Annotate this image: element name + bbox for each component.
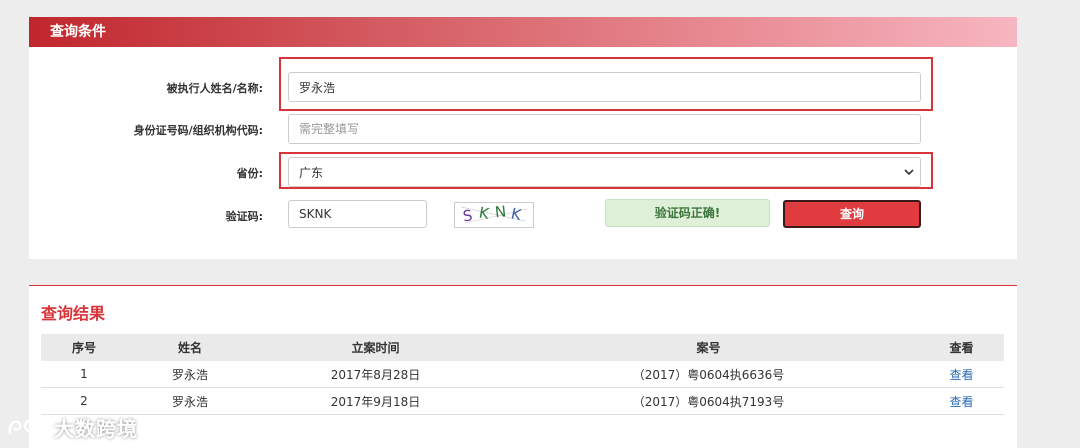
view-link[interactable]: 查看 <box>949 395 973 409</box>
results-table: 序号 姓名 立案时间 案号 查看 1 罗永浩 2017年8月28日 （2017）… <box>41 334 1004 415</box>
table-row: 1 罗永浩 2017年8月28日 （2017）粤0604执6636号 查看 <box>41 361 1004 388</box>
chevron-down-icon <box>904 169 914 176</box>
cell-index: 1 <box>41 361 127 388</box>
name-label: 被执行人姓名/名称: <box>166 82 263 95</box>
watermark-logo-icon <box>8 419 49 435</box>
svg-text:N: N <box>494 203 507 221</box>
cell-date: 2017年9月18日 <box>253 387 498 415</box>
query-conditions-panel: 查询条件 被执行人姓名/名称: 身份证号码/组织机构代码: 省份: 广东 验证码… <box>29 17 1017 259</box>
cell-date: 2017年8月28日 <box>253 361 498 388</box>
conditions-header: 查询条件 <box>29 17 1017 47</box>
table-header-row: 序号 姓名 立案时间 案号 查看 <box>41 334 1004 361</box>
cell-index: 2 <box>41 387 127 415</box>
cell-name: 罗永浩 <box>127 387 253 415</box>
cell-name: 罗永浩 <box>127 361 253 388</box>
svg-text:K: K <box>509 204 524 224</box>
province-label: 省份: <box>236 167 263 180</box>
view-link[interactable]: 查看 <box>949 368 973 382</box>
cell-view: 查看 <box>919 361 1004 388</box>
col-header-view: 查看 <box>919 334 1004 361</box>
query-results-panel: 查询结果 序号 姓名 立案时间 案号 查看 1 罗永浩 2017年8月28日 （… <box>29 285 1017 448</box>
captcha-label: 验证码: <box>225 210 263 223</box>
results-title: 查询结果 <box>41 304 106 323</box>
col-header-name: 姓名 <box>127 334 253 361</box>
query-button[interactable]: 查询 <box>783 200 921 228</box>
cell-view: 查看 <box>919 387 1004 415</box>
id-number-input[interactable] <box>288 114 921 144</box>
captcha-input[interactable] <box>288 200 427 228</box>
name-input[interactable] <box>288 72 921 102</box>
watermark: 大数跨境 <box>6 412 138 442</box>
table-row: 2 罗永浩 2017年9月18日 （2017）粤0604执7193号 查看 <box>41 387 1004 415</box>
cell-case-number: （2017）粤0604执6636号 <box>498 361 919 388</box>
province-select[interactable]: 广东 <box>288 157 921 187</box>
id-label: 身份证号码/组织机构代码: <box>133 124 263 137</box>
col-header-date: 立案时间 <box>253 334 498 361</box>
captcha-image[interactable]: S K N K <box>454 202 534 228</box>
watermark-text: 大数跨境 <box>54 416 138 441</box>
col-header-case-number: 案号 <box>498 334 919 361</box>
cell-case-number: （2017）粤0604执7193号 <box>498 387 919 415</box>
col-header-index: 序号 <box>41 334 127 361</box>
captcha-correct-badge: 验证码正确! <box>605 199 770 227</box>
province-selected-value: 广东 <box>299 166 324 180</box>
